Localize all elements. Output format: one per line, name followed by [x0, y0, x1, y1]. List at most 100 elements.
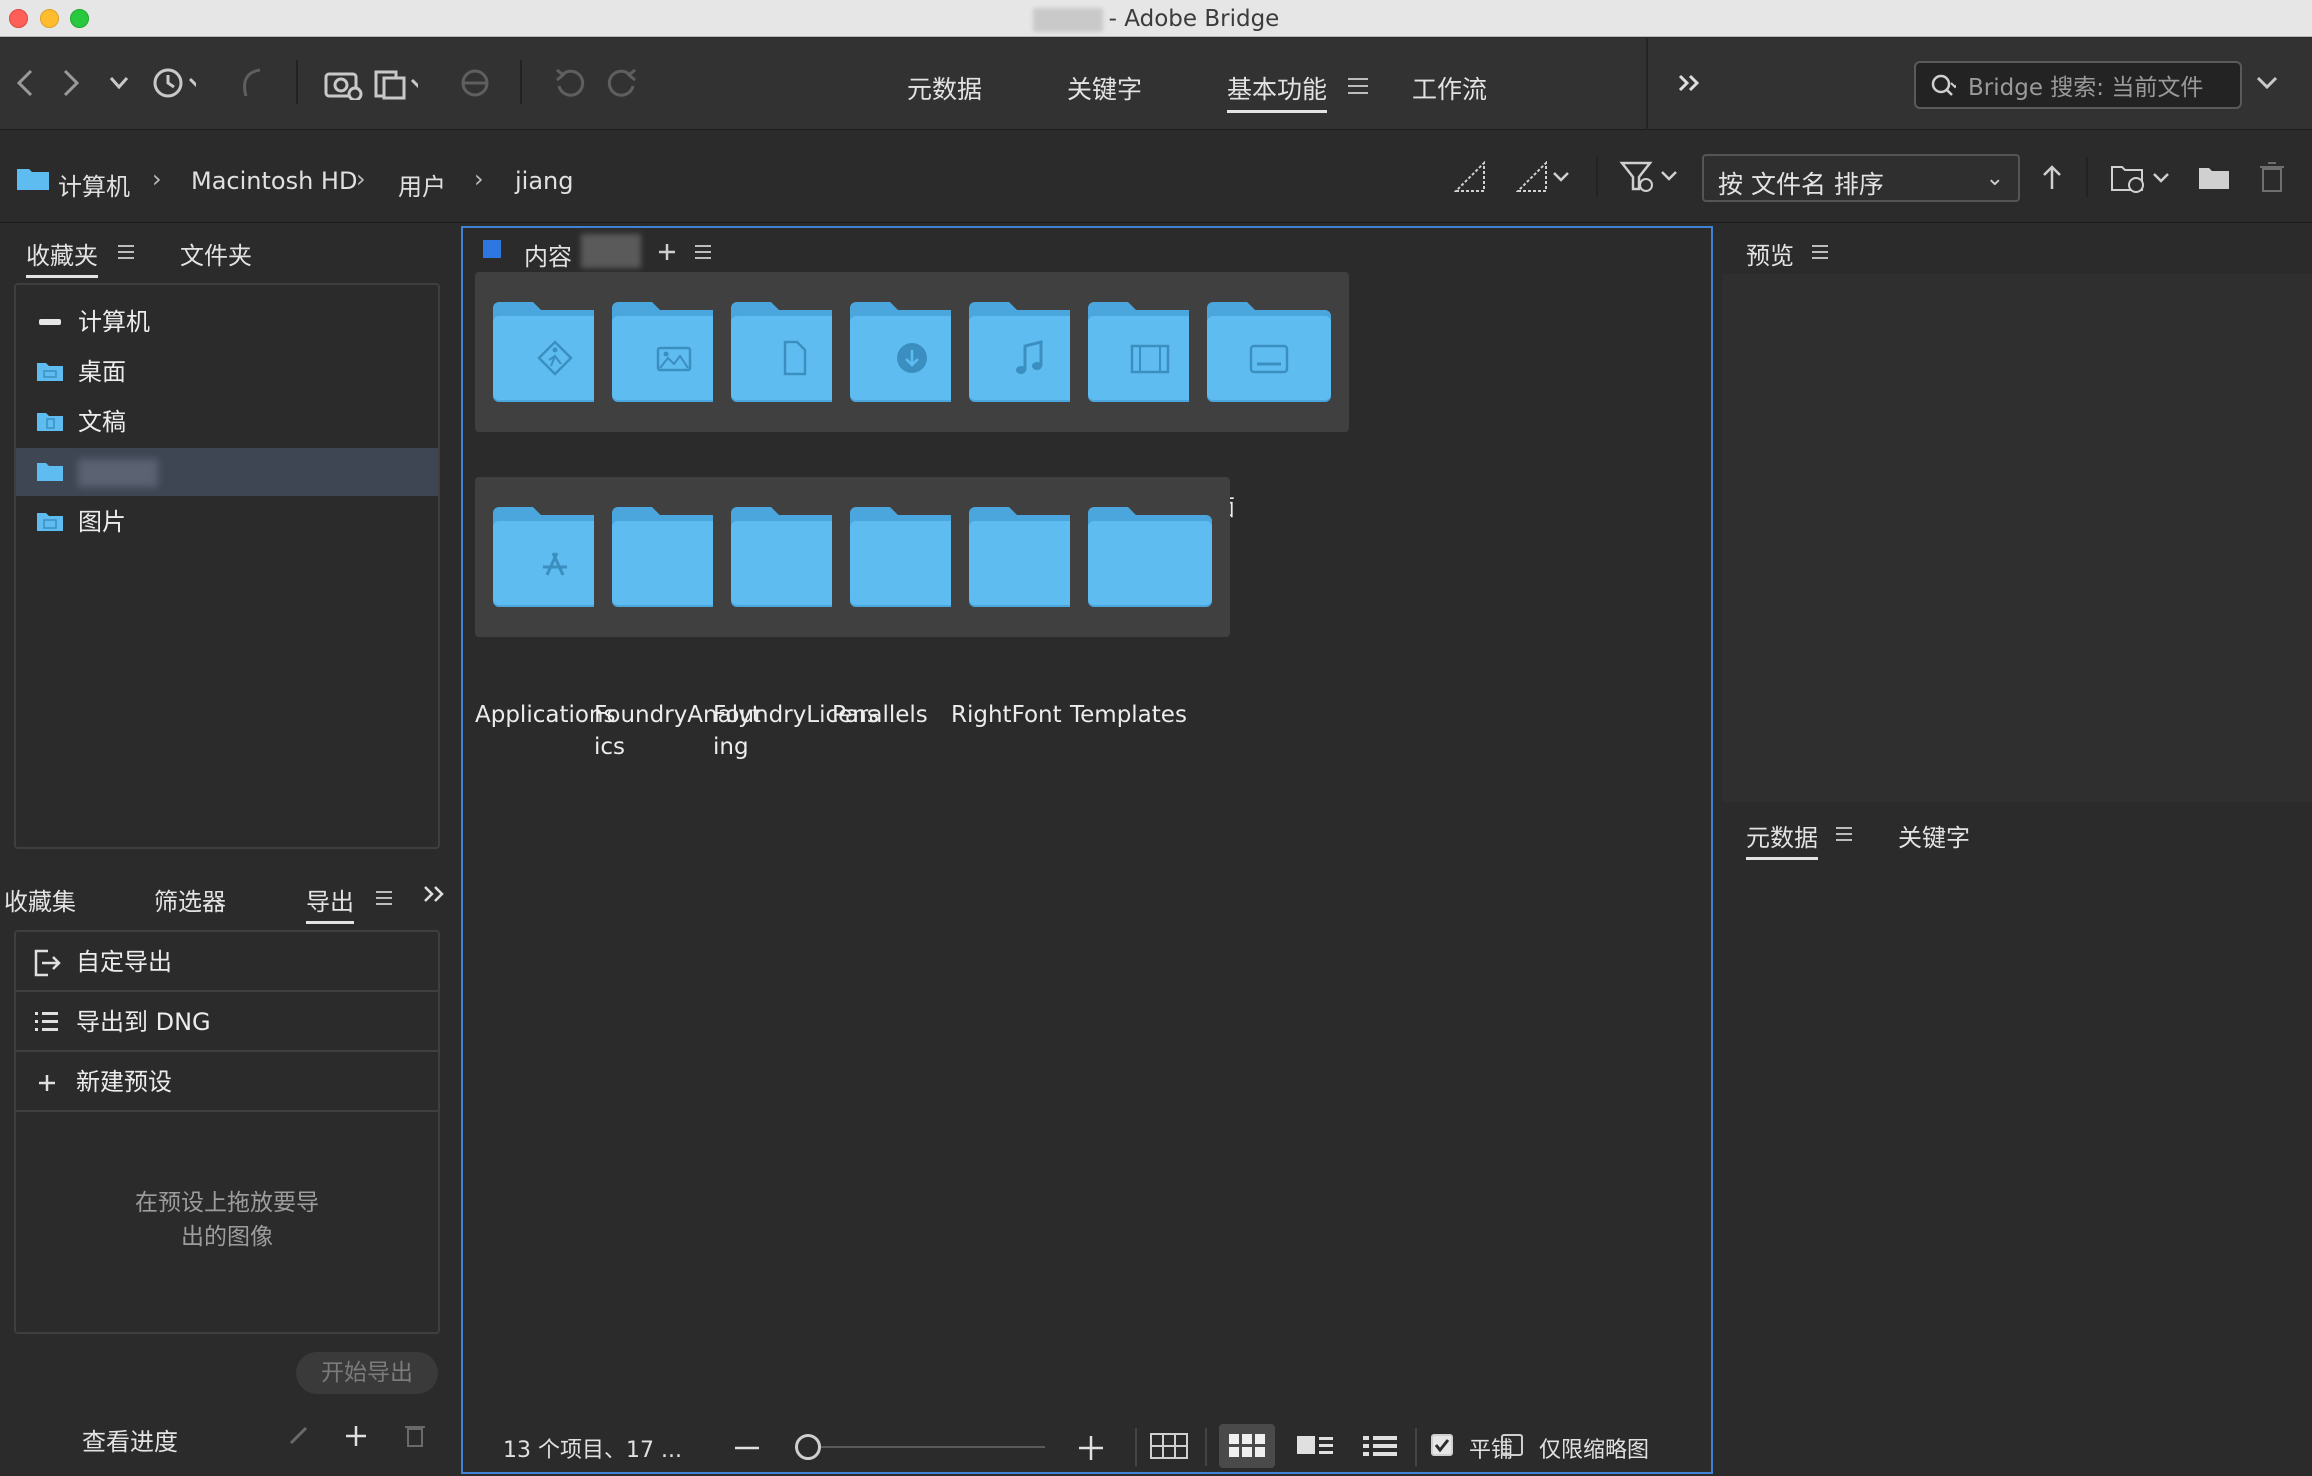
- status-bar: 13 个项目、17 ... 平铺 仅限缩略图: [463, 1418, 1711, 1474]
- breadcrumb-chevron-icon: ›: [474, 165, 484, 193]
- breadcrumb-users[interactable]: 用户: [398, 167, 446, 202]
- folder-thumbnail[interactable]: [1189, 272, 1349, 432]
- workspace-tab-essentials[interactable]: 基本功能: [1227, 70, 1328, 113]
- tab-export[interactable]: 导出: [306, 882, 354, 924]
- slider-knob[interactable]: [795, 1434, 821, 1460]
- export-presets-list: 自定导出 导出到 DNG 新建预设 在预设上拖放要导出的图像: [14, 930, 440, 1334]
- export-icon: [34, 949, 61, 977]
- recent-folders-chevron-icon[interactable]: [96, 60, 142, 106]
- ascending-order-icon[interactable]: [2040, 163, 2064, 193]
- view-thumbnails-button[interactable]: [1219, 1424, 1275, 1468]
- history-clock-icon[interactable]: [150, 60, 196, 106]
- add-tab-icon[interactable]: [657, 242, 677, 262]
- tab-preview[interactable]: 预览: [1746, 236, 1794, 271]
- sort-label: 按 文件名 排序: [1718, 170, 1884, 199]
- favorite-home[interactable]: [16, 448, 438, 496]
- start-export-button[interactable]: 开始导出: [296, 1352, 438, 1394]
- export-item-label: 新建预设: [76, 1068, 172, 1096]
- more-panels-icon[interactable]: [422, 884, 446, 904]
- desktop-folder-icon: [37, 363, 63, 381]
- search-options-chevron-icon[interactable]: [2244, 60, 2290, 106]
- zoom-in-icon[interactable]: [1079, 1436, 1103, 1460]
- get-photos-from-camera-icon[interactable]: [320, 60, 366, 106]
- tile-checkbox[interactable]: [1431, 1434, 1453, 1456]
- rating-filter-icon[interactable]: [1516, 161, 1570, 193]
- filter-items-icon[interactable]: [1618, 159, 1680, 195]
- preview-panel: 预览: [1722, 226, 2312, 802]
- title-bar: - Adobe Bridge: [0, 0, 2312, 37]
- favorite-computer[interactable]: 计算机: [16, 298, 438, 346]
- folder-thumbnail[interactable]: [1070, 477, 1230, 637]
- thumbnails-only-checkbox[interactable]: [1501, 1434, 1523, 1456]
- export-drop-hint: 在预设上拖放要导出的图像: [135, 1190, 319, 1250]
- view-list-icon[interactable]: [1363, 1434, 1399, 1458]
- add-icon[interactable]: [344, 1424, 368, 1448]
- list-icon: [35, 1012, 58, 1031]
- panel-menu-icon[interactable]: [376, 891, 392, 905]
- forward-arrow-icon[interactable]: [48, 60, 94, 106]
- trash-icon[interactable]: [2258, 161, 2286, 193]
- metadata-panel: 元数据 关键字: [1722, 806, 2312, 1476]
- bridge-search-field[interactable]: Bridge 搜索: 当前文件: [1914, 61, 2242, 109]
- redacted-text: [1032, 7, 1103, 32]
- rotate-clockwise-icon[interactable]: [598, 60, 644, 106]
- more-workspaces-icon[interactable]: [1666, 60, 1712, 106]
- zoom-out-icon[interactable]: [735, 1446, 759, 1450]
- panel-menu-icon[interactable]: [1836, 827, 1852, 841]
- trash-icon[interactable]: [404, 1422, 426, 1448]
- path-bar: 计算机 › Macintosh HD › 用户 › jiang 按 文件名 排序…: [0, 131, 2312, 223]
- quality-options-icon[interactable]: [1454, 161, 1486, 193]
- workspace-menu-icon[interactable]: [1348, 78, 1368, 94]
- thumbnail-size-slider[interactable]: [801, 1446, 1045, 1448]
- new-preset[interactable]: 新建预设: [16, 1052, 438, 1112]
- view-details-icon[interactable]: [1297, 1434, 1335, 1458]
- rotate-sync-icon[interactable]: [452, 60, 498, 106]
- rotate-counterclockwise-icon[interactable]: [548, 60, 594, 106]
- tab-folders[interactable]: 文件夹: [180, 236, 252, 271]
- tab-content[interactable]: 内容: [524, 237, 572, 272]
- return-to-app-icon[interactable]: [228, 60, 274, 106]
- back-arrow-icon[interactable]: [2, 60, 48, 106]
- edit-pencil-icon[interactable]: [288, 1424, 310, 1446]
- redacted-label: [78, 459, 158, 487]
- tab-collections[interactable]: 收藏集: [4, 882, 76, 917]
- breadcrumb-computer[interactable]: 计算机: [58, 167, 130, 202]
- new-folder-icon[interactable]: [2198, 165, 2230, 191]
- content-panel-header: 内容: [463, 228, 1711, 274]
- panel-color-swatch: [483, 240, 501, 258]
- desktop-folder-icon: [1207, 302, 1331, 402]
- redacted-text: [581, 234, 641, 268]
- view-progress-link[interactable]: 查看进度: [82, 1422, 178, 1457]
- export-custom[interactable]: 自定导出: [16, 932, 438, 992]
- sort-dropdown[interactable]: 按 文件名 排序 ⌄: [1702, 154, 2020, 202]
- favorite-desktop[interactable]: 桌面: [16, 348, 438, 396]
- breadcrumb-jiang[interactable]: jiang: [515, 167, 574, 195]
- workspace-tab-keywords[interactable]: 关键字: [1067, 70, 1142, 106]
- plus-icon: [39, 1075, 55, 1091]
- panel-menu-icon[interactable]: [118, 245, 134, 259]
- refine-stack-icon[interactable]: [372, 60, 418, 106]
- workspace-tab-metadata[interactable]: 元数据: [907, 70, 982, 106]
- tab-filter[interactable]: 筛选器: [154, 882, 226, 917]
- tab-favorites[interactable]: 收藏夹: [26, 236, 98, 278]
- favorite-documents[interactable]: 文稿: [16, 398, 438, 446]
- export-to-dng[interactable]: 导出到 DNG: [16, 992, 438, 1052]
- breadcrumb-chevron-icon: ›: [356, 165, 366, 193]
- preview-header: [1722, 226, 2312, 274]
- lock-grid-icon[interactable]: [1149, 1432, 1189, 1460]
- workspace-tab-workflow[interactable]: 工作流: [1412, 70, 1487, 106]
- panel-menu-icon[interactable]: [695, 245, 711, 259]
- panel-menu-icon[interactable]: [1812, 245, 1828, 259]
- search-icon: [1931, 74, 1956, 96]
- computer-folder-icon: [17, 169, 49, 190]
- recent-folder-icon[interactable]: [2110, 161, 2172, 195]
- folder-icon: [1088, 507, 1212, 607]
- export-item-label: 导出到 DNG: [76, 1008, 211, 1036]
- favorite-pictures[interactable]: 图片: [16, 498, 438, 546]
- tab-metadata[interactable]: 元数据: [1746, 818, 1818, 860]
- favorite-label: 桌面: [78, 358, 126, 386]
- window-title: - Adobe Bridge: [0, 6, 2312, 32]
- tab-keywords[interactable]: 关键字: [1898, 818, 1970, 853]
- favorite-label: 图片: [78, 508, 126, 536]
- breadcrumb-macintosh-hd[interactable]: Macintosh HD: [191, 167, 357, 195]
